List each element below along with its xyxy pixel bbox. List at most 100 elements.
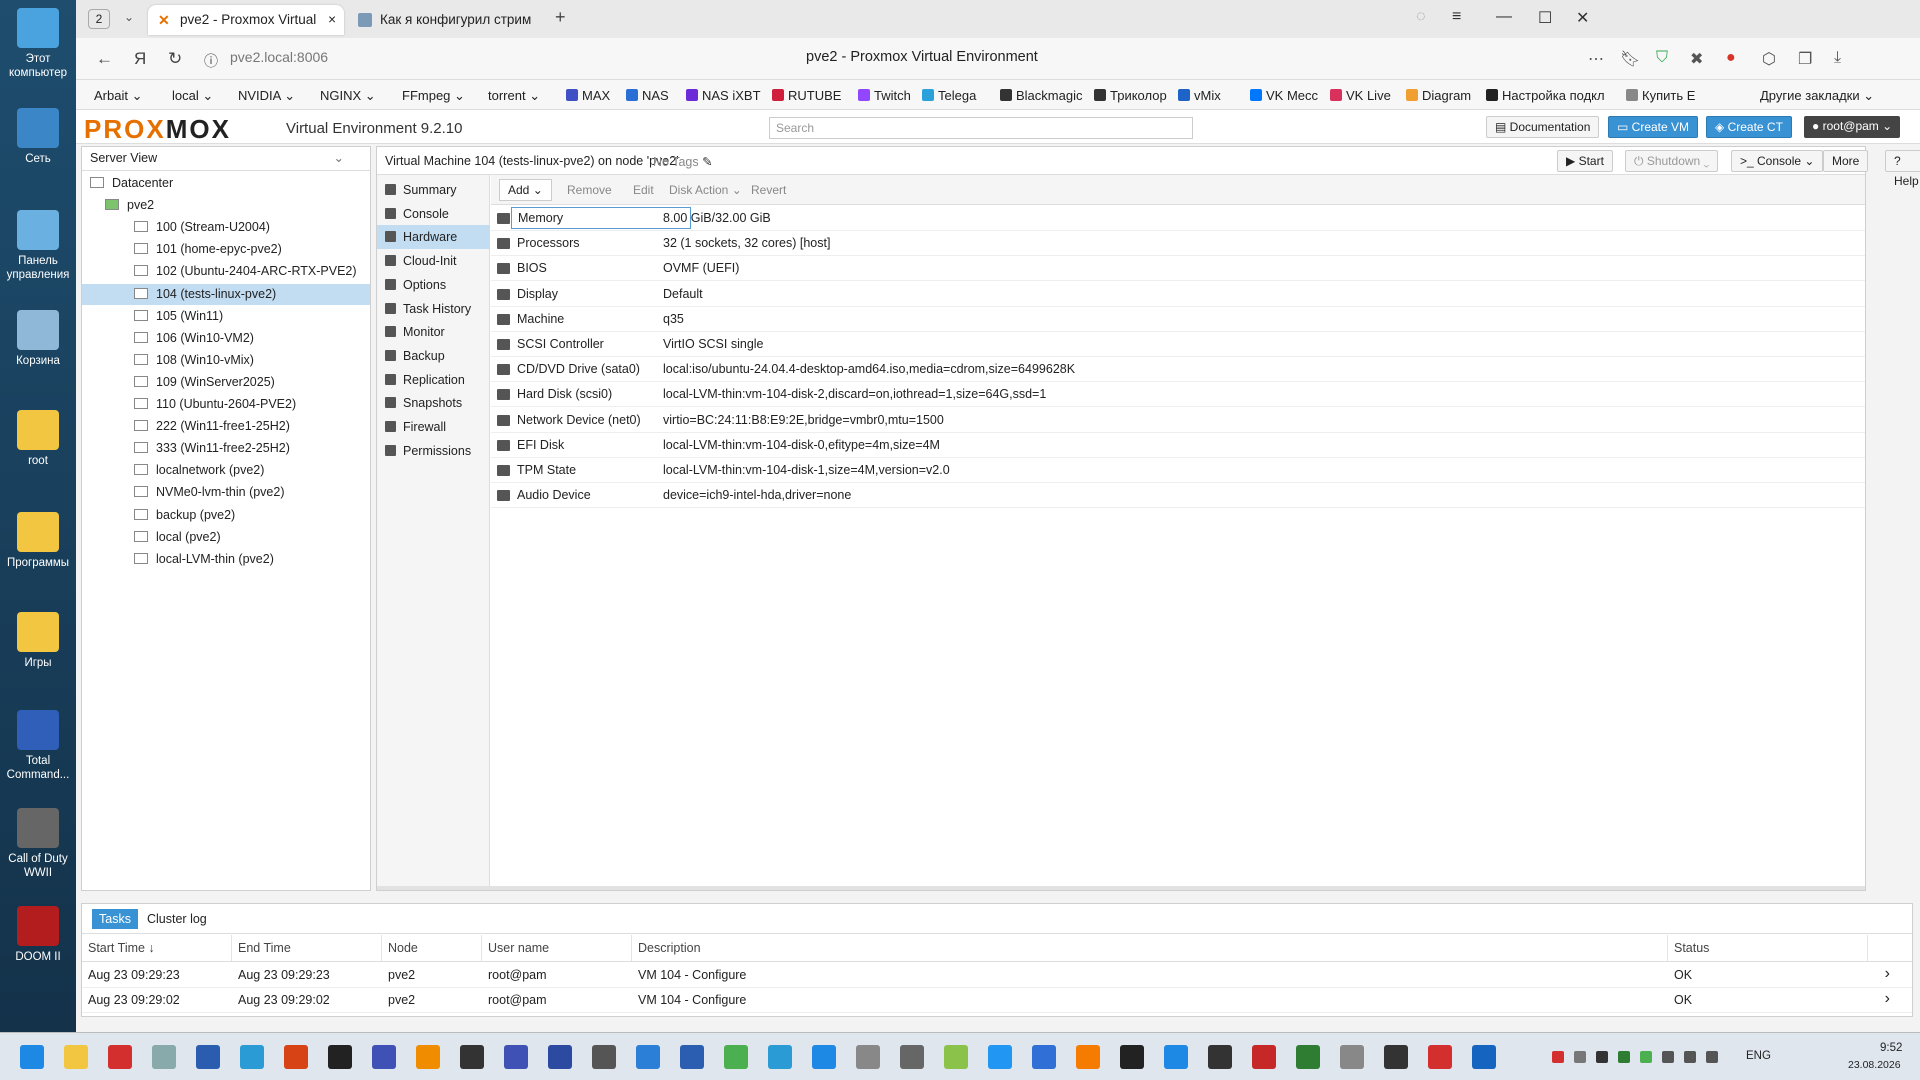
documentation-button[interactable]: ▤ Documentation <box>1486 116 1600 138</box>
tree-node[interactable]: Datacenter <box>82 173 370 194</box>
desktop-icon[interactable]: Total Command... <box>0 710 76 782</box>
tray-icon[interactable] <box>1640 1051 1652 1063</box>
taskbar-app-icon[interactable] <box>240 1045 264 1069</box>
tree-node[interactable]: 100 (Stream-U2004) <box>82 217 370 238</box>
desktop-icon[interactable]: Панель управления <box>0 210 76 282</box>
hardware-row[interactable]: Processors 32 (1 sockets, 32 cores) [host… <box>491 231 1865 257</box>
chevron-right-icon[interactable]: › <box>1885 990 1890 1008</box>
submenu-item-backup[interactable]: Backup <box>377 344 490 368</box>
tab-tasks[interactable]: Tasks <box>92 909 138 929</box>
col-start-time[interactable]: Start Time ↓ <box>82 935 232 961</box>
taskbar-app-icon[interactable] <box>548 1045 572 1069</box>
taskbar-app-icon[interactable] <box>1032 1045 1056 1069</box>
tray-icon[interactable] <box>1684 1051 1696 1063</box>
tree-node[interactable]: 333 (Win11-free2-25H2) <box>82 438 370 459</box>
col-user[interactable]: User name <box>482 935 632 961</box>
yandex-icon[interactable]: Я <box>134 49 146 69</box>
taskbar-app-icon[interactable] <box>328 1045 352 1069</box>
revert-button[interactable]: Revert <box>743 179 794 201</box>
hardware-row[interactable]: BIOS OVMF (UEFI) <box>491 256 1865 282</box>
submenu-item-task-history[interactable]: Task History <box>377 297 490 321</box>
tab-article[interactable]: Как я конфигурил стрим <box>348 5 538 35</box>
taskbar-app-icon[interactable] <box>284 1045 308 1069</box>
taskbar-app-icon[interactable] <box>1340 1045 1364 1069</box>
taskbar-app-icon[interactable] <box>1472 1045 1496 1069</box>
tree-node[interactable]: 104 (tests-linux-pve2) <box>82 283 370 305</box>
tree-node[interactable]: NVMe0-lvm-thin (pve2) <box>82 482 370 503</box>
tree-node[interactable]: local-LVM-thin (pve2) <box>82 549 370 570</box>
taskbar-app-icon[interactable] <box>1252 1045 1276 1069</box>
adblock-icon[interactable]: ● <box>1726 49 1736 67</box>
shield-icon[interactable]: ⛉ <box>1656 49 1668 67</box>
taskbar-app-icon[interactable] <box>768 1045 792 1069</box>
tree-node[interactable]: 102 (Ubuntu-2404-ARC-RTX-PVE2) <box>82 261 370 282</box>
taskbar-app-icon[interactable] <box>1428 1045 1452 1069</box>
extension-x-icon[interactable]: ✖ <box>1690 49 1703 69</box>
taskbar-app-icon[interactable] <box>988 1045 1012 1069</box>
desktop-icon[interactable]: Call of Duty WWII <box>0 808 76 880</box>
hardware-row[interactable]: Memory 8.00 GiB/32.00 GiB <box>491 206 1865 231</box>
tree-node[interactable]: 108 (Win10-vMix) <box>82 350 370 371</box>
bookmark-item[interactable]: FFmpeg ⌄ <box>402 88 465 104</box>
taskbar-app-icon[interactable] <box>1296 1045 1320 1069</box>
hardware-row[interactable]: SCSI Controller VirtIO SCSI single <box>491 332 1865 357</box>
submenu-item-permissions[interactable]: Permissions <box>377 439 490 463</box>
back-icon[interactable]: ← <box>96 49 113 69</box>
bookmark-item[interactable]: Триколор <box>1094 88 1167 103</box>
taskbar-app-icon[interactable] <box>592 1045 616 1069</box>
hardware-row[interactable]: EFI Disk local-LVM-thin:vm-104-disk-0,efi… <box>491 433 1865 458</box>
tree-node[interactable]: 106 (Win10-VM2) <box>82 328 370 349</box>
bookmark-icon[interactable]: 🔖︎ <box>1620 49 1640 69</box>
bookmark-item[interactable]: NVIDIA ⌄ <box>238 88 295 104</box>
reload-icon[interactable]: ↻ <box>168 49 182 69</box>
tray-icon[interactable] <box>1618 1051 1630 1063</box>
profile-icon[interactable]: ◌ <box>1416 8 1426 26</box>
bookmark-item[interactable]: NGINX ⌄ <box>320 88 376 104</box>
taskbar-app-icon[interactable] <box>944 1045 968 1069</box>
bookmark-item[interactable]: VK Mecc <box>1250 88 1318 103</box>
bookmark-item[interactable]: NAS <box>626 88 669 103</box>
taskbar-app-icon[interactable] <box>1076 1045 1100 1069</box>
tray-icon[interactable] <box>1574 1051 1586 1063</box>
taskbar-app-icon[interactable] <box>108 1045 132 1069</box>
site-info-icon[interactable]: ⓘ <box>204 51 218 71</box>
tags-label[interactable]: No Tags ✎ <box>653 154 713 169</box>
new-tab-icon[interactable]: + <box>555 7 566 28</box>
submenu-item-replication[interactable]: Replication <box>377 368 490 392</box>
more-button[interactable]: More ⌄ <box>1823 150 1869 188</box>
bookmark-item[interactable]: VK Live <box>1330 88 1391 103</box>
bookmark-item[interactable]: Другие закладки ⌄ <box>1760 88 1874 104</box>
taskbar-app-icon[interactable] <box>812 1045 836 1069</box>
hardware-row[interactable]: Hard Disk (scsi0) local-LVM-thin:vm-104-d… <box>491 382 1865 408</box>
taskbar-app-icon[interactable] <box>152 1045 176 1069</box>
col-node[interactable]: Node <box>382 935 482 961</box>
bookmark-item[interactable]: Настройка подкл <box>1486 88 1605 103</box>
help-button[interactable]: ? Help <box>1885 150 1920 188</box>
more-icon[interactable]: ⋯ <box>1588 49 1604 69</box>
taskbar-app-icon[interactable] <box>680 1045 704 1069</box>
tray-icon[interactable] <box>1706 1051 1718 1063</box>
start-button[interactable]: ▶ Start <box>1557 150 1613 172</box>
tree-node[interactable]: 105 (Win11) <box>82 306 370 327</box>
submenu-item-firewall[interactable]: Firewall <box>377 415 490 439</box>
clock-time[interactable]: 9:52 <box>1880 1042 1902 1054</box>
taskbar-app-icon[interactable] <box>1208 1045 1232 1069</box>
hardware-row[interactable]: Audio Device device=ich9-intel-hda,driver… <box>491 483 1865 509</box>
taskbar-app-icon[interactable] <box>460 1045 484 1069</box>
col-end-time[interactable]: End Time <box>232 935 382 961</box>
bookmark-item[interactable]: Telega <box>922 88 976 103</box>
url-field[interactable]: pve2.local:8006 <box>230 49 328 65</box>
edit-button[interactable]: Edit <box>625 179 662 201</box>
bookmark-item[interactable]: Blackmagic <box>1000 88 1082 103</box>
hardware-row[interactable]: CD/DVD Drive (sata0) local:iso/ubuntu-24.… <box>491 357 1865 383</box>
tree-node[interactable]: 109 (WinServer2025) <box>82 372 370 393</box>
submenu-item-cloud-init[interactable]: Cloud-Init <box>377 249 490 273</box>
taskbar-app-icon[interactable] <box>856 1045 880 1069</box>
submenu-item-summary[interactable]: Summary <box>377 178 490 202</box>
tree-node[interactable]: 222 (Win11-free1-25H2) <box>82 416 370 437</box>
submenu-item-monitor[interactable]: Monitor <box>377 320 490 344</box>
menu-icon[interactable]: ≡ <box>1452 8 1461 26</box>
tab-list-chevron-icon[interactable]: ⌄ <box>124 10 134 24</box>
panel-splitter[interactable] <box>377 886 1865 890</box>
taskbar-app-icon[interactable] <box>636 1045 660 1069</box>
